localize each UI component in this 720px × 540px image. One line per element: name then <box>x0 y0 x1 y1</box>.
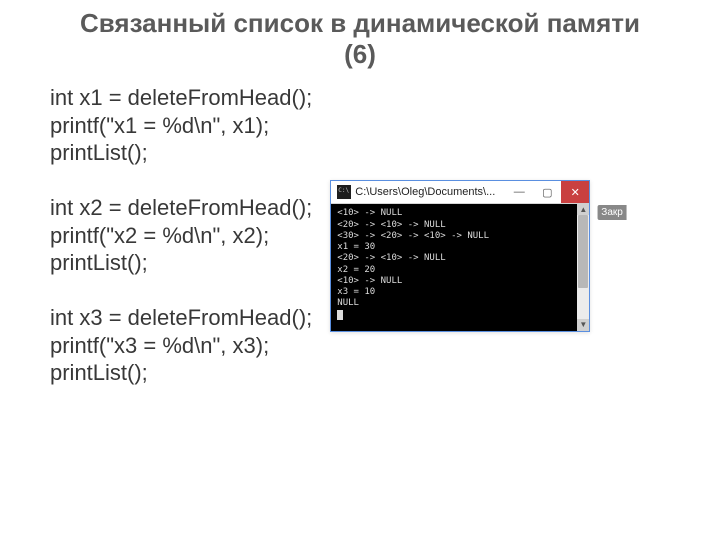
cursor <box>337 310 343 320</box>
close-button[interactable]: ✕ <box>561 181 589 203</box>
slide-title: Связанный список в динамической памяти (… <box>28 8 692 70</box>
console-window: C:\Users\Oleg\Documents\... — ▢ ✕ Закр <… <box>330 180 590 332</box>
scrollbar[interactable]: ▲ ▼ <box>577 203 589 331</box>
side-badge: Закр <box>597 205 627 220</box>
window-title: C:\Users\Oleg\Documents\... <box>355 186 505 198</box>
minimize-button[interactable]: — <box>505 181 533 203</box>
title-line-2: (6) <box>344 39 376 69</box>
scroll-thumb[interactable] <box>578 215 588 287</box>
code-block: int x1 = deleteFromHead(); printf("x1 = … <box>28 84 312 387</box>
console-output: <10> -> NULL <20> -> <10> -> NULL <30> -… <box>331 204 589 331</box>
scroll-track[interactable] <box>577 215 589 319</box>
title-line-1: Связанный список в динамической памяти <box>80 8 640 38</box>
cmd-icon <box>337 185 351 199</box>
scroll-down-icon[interactable]: ▼ <box>577 319 589 331</box>
slide: Связанный список в динамической памяти (… <box>0 0 720 540</box>
maximize-button[interactable]: ▢ <box>533 181 561 203</box>
scroll-up-icon[interactable]: ▲ <box>577 203 589 215</box>
window-titlebar: C:\Users\Oleg\Documents\... — ▢ ✕ <box>331 181 589 204</box>
slide-body: int x1 = deleteFromHead(); printf("x1 = … <box>28 84 692 387</box>
window-buttons: — ▢ ✕ <box>505 181 589 203</box>
terminal-screenshot: C:\Users\Oleg\Documents\... — ▢ ✕ Закр <… <box>330 180 590 332</box>
